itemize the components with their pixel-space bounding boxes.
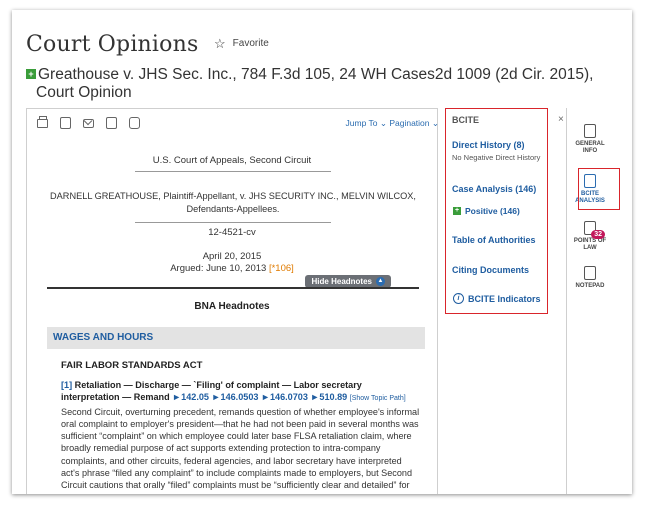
document-panel: Jump To ⌄ Pagination ⌄ U.S. Court of App… [26,108,439,494]
case-subtitle: Court Opinion [36,84,132,101]
star-page-link[interactable]: [*106] [269,263,294,274]
subsection-heading: FAIR LABOR STANDARDS ACT [61,360,203,371]
document-icon[interactable] [106,117,117,129]
favorite-button[interactable]: ☆ Favorite [214,37,269,50]
direct-history-link[interactable]: Direct History (8) [452,140,525,150]
case-analysis-link[interactable]: Case Analysis (146) [452,184,536,194]
rail-label: NOTEPAD [575,283,605,289]
case-parties: DARNELL GREATHOUSE, Plaintiff-Appellant,… [50,191,416,214]
positive-link[interactable]: + Positive (146) [453,206,520,216]
citing-documents-link[interactable]: Citing Documents [452,265,529,275]
app-frame: Court Opinions ☆ Favorite + Greathouse v… [12,10,632,494]
email-icon[interactable] [83,119,94,128]
decision-date: April 20, 2015 [202,251,262,262]
rail-label: POINTS OF LAW [573,238,607,251]
show-topic-path-link[interactable]: [Show Topic Path] [350,395,406,402]
rail-divider [566,108,567,494]
printer-icon[interactable] [37,116,48,128]
headnote-body: Second Circuit, overturning precedent, r… [61,406,420,494]
info-icon: i [453,293,464,304]
argued-text: Argued: June 10, 2013 [170,263,269,274]
rail-points-of-law[interactable]: 32 POINTS OF LAW [568,221,612,252]
section-heading: WAGES AND HOURS [47,327,425,349]
document-toolbar [37,116,140,129]
bcite-title: BCITE [452,115,479,125]
jump-to-dropdown[interactable]: Jump To ⌄ [346,118,387,129]
positive-label: Positive (146) [465,206,520,216]
classification-links[interactable]: ►142.05 ►146.0503 ►146.0703 ►510.89 [172,392,347,402]
chevron-up-icon: ▲ [376,277,385,286]
court-name: U.S. Court of Appeals, Second Circuit [152,155,312,166]
download-icon[interactable] [60,117,71,129]
notepad-pencil-icon [584,266,596,280]
page-title: Court Opinions [26,32,199,57]
star-icon: ☆ [214,36,226,51]
divider [135,171,331,172]
pagination-dropdown[interactable]: Pagination ⌄ [389,118,439,129]
bcite-analysis-highlight [578,168,620,210]
bcite-indicators-link[interactable]: i BCITE Indicators [453,293,541,304]
points-count-badge: 32 [591,230,605,239]
rail-notepad[interactable]: NOTEPAD [568,266,612,290]
table-of-authorities-link[interactable]: Table of Authorities [452,235,536,245]
divider [135,222,331,223]
positive-icon: + [453,207,461,215]
bcite-panel: BCITE Direct History (8) No Negative Dir… [445,108,548,314]
headnote-number[interactable]: [1] [61,380,72,390]
headnotes-divider [47,287,419,289]
close-icon[interactable]: × [558,114,564,125]
points-of-law-icon: 32 [584,221,605,239]
bcite-indicators-label: BCITE Indicators [468,293,541,304]
docket-number: 12-4521-cv [208,227,256,238]
info-document-icon [584,124,596,138]
bna-headnotes-heading: BNA Headnotes [194,301,270,312]
hide-headnotes-label: Hide Headnotes [311,277,372,286]
favorite-label: Favorite [232,38,269,49]
argued-date: Argued: June 10, 2013 [*106] [27,263,437,274]
headnote: [1] Retaliation — Discharge — `Filing' o… [61,379,421,494]
expand-plus-icon[interactable]: + [26,69,36,79]
lock-icon[interactable] [129,117,140,129]
case-title: Greathouse v. JHS Sec. Inc., 784 F.3d 10… [38,66,594,83]
direct-history-status: No Negative Direct History [452,153,541,162]
rail-label: GENERAL INFO [575,141,605,154]
rail-general-info[interactable]: GENERAL INFO [568,124,612,155]
